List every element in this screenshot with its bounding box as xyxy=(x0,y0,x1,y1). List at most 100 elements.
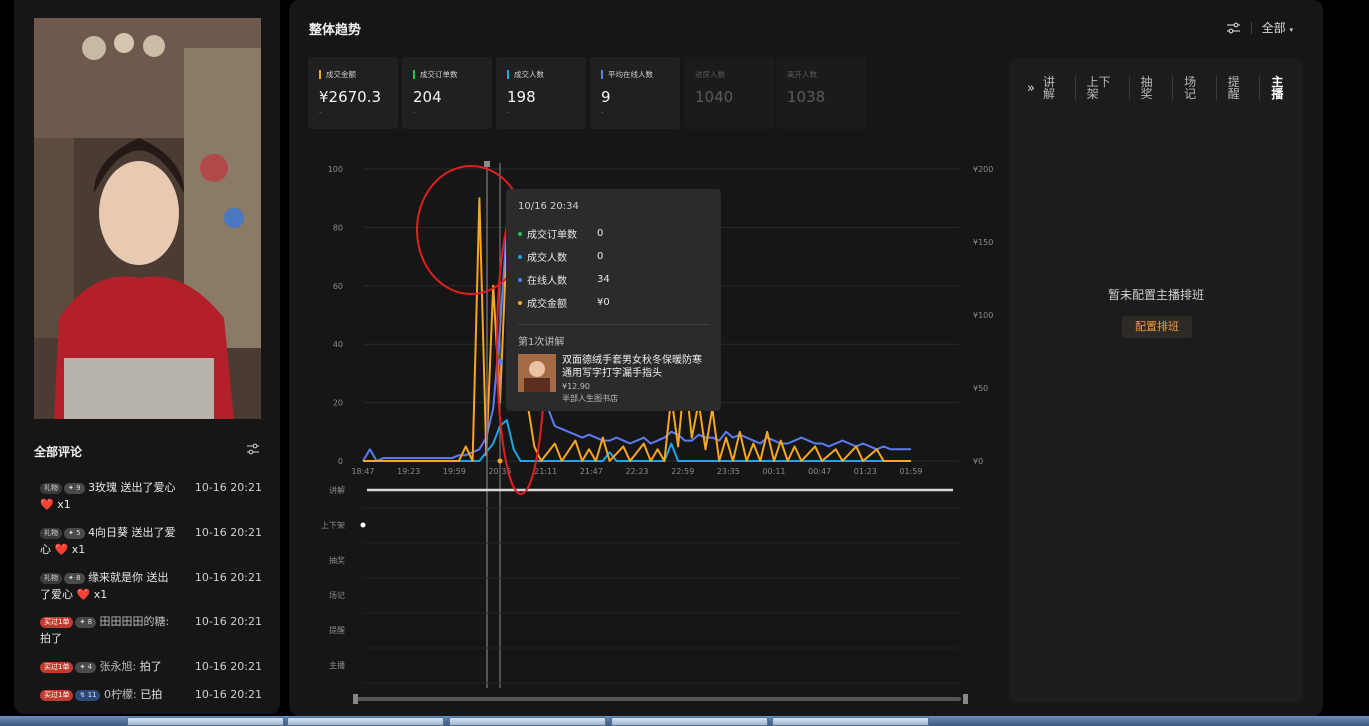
tooltip-row: 成交订单数 0 xyxy=(518,222,709,245)
right-panel: » 讲解 上下架 抽奖 场记 提醒 主播 暂未配置主播排班 配置排班 xyxy=(1009,58,1303,703)
comment-time: 10-16 20:21 xyxy=(194,615,262,628)
comment-item: 礼物 ✦ 5 4向日葵 送出了爱 心 ❤️ x1 10-16 20:21 xyxy=(40,526,262,556)
metric-card[interactable]: 成交订单数 204 - xyxy=(402,57,492,129)
y-right-tick-label: ¥100 xyxy=(973,311,993,320)
expand-icon[interactable]: » xyxy=(1027,81,1035,96)
comment-time: 10-16 20:21 xyxy=(194,481,262,494)
legend-dot xyxy=(518,300,522,305)
taskbar-item[interactable] xyxy=(772,717,929,726)
taskbar-item[interactable] xyxy=(449,717,606,726)
metric-card[interactable]: 平均在线人数 9 - xyxy=(590,57,680,129)
metric-color-marker xyxy=(319,70,321,79)
fan-level-badge: ✦ 8 xyxy=(64,573,85,584)
heart-icon: ❤️ xyxy=(76,588,91,601)
y-tick-label: 20 xyxy=(333,399,343,408)
comments-title: 全部评论 xyxy=(34,445,83,459)
metric-change: - xyxy=(601,109,604,117)
comment-item: 礼物 ✦ 8 缘来就是你 送出 了爱心 ❤️ x1 10-16 20:21 xyxy=(40,571,262,601)
shelf-event-marker xyxy=(360,522,366,528)
tab-item[interactable]: 上下架 xyxy=(1074,76,1129,100)
comment-time: 10-16 20:21 xyxy=(194,571,262,584)
comment-item: 买过1单 ✦ 4 张永旭: 拍了 10-16 20:21 xyxy=(40,658,270,675)
x-tick-label: 19:23 xyxy=(397,467,420,476)
os-taskbar xyxy=(0,716,1369,726)
x-tick-label: 19:59 xyxy=(443,467,466,476)
taskbar-item[interactable] xyxy=(127,717,284,726)
live-video-preview[interactable] xyxy=(34,18,261,419)
product-name: 双面德绒手套男女秋冬保暖防寒通用写字打字漏手指头 xyxy=(562,355,702,379)
tab-item[interactable]: 主播 xyxy=(1259,76,1303,100)
heart-icon: ❤️ xyxy=(40,498,54,511)
metric-card[interactable]: 离开人数 1038 xyxy=(776,57,866,129)
metric-label: 离开人数 xyxy=(787,70,817,79)
comment-item: 礼物 ✦ 9 3玫瑰 送出了爱心 ❤️ x1 10-16 20:21 xyxy=(40,481,262,511)
tooltip-row: 在线人数 34 xyxy=(518,268,709,291)
metric-card[interactable]: 成交人数 198 - xyxy=(496,57,586,129)
configure-schedule-button[interactable]: 配置排班 xyxy=(1122,316,1192,338)
comment-time: 10-16 20:21 xyxy=(194,688,262,701)
tab-item[interactable]: 提醒 xyxy=(1215,76,1260,100)
crosshair-handle xyxy=(484,161,490,167)
left-panel: 全部评论 礼物 ✦ 9 3玫瑰 送出了爱心 ❤️ x1 10-16 20:21 礼… xyxy=(14,0,280,714)
taskbar-item[interactable] xyxy=(611,717,768,726)
tooltip-product: 双面德绒手套男女秋冬保暖防寒通用写字打字漏手指头 ¥12.90 半部人生图书店 xyxy=(518,354,709,404)
purchase-badge: 买过1单 xyxy=(40,662,74,673)
lane-label: 提醒 xyxy=(329,625,345,635)
top-right-controls: 全部 ▾ xyxy=(1226,19,1293,36)
metric-color-marker xyxy=(601,70,603,79)
comment-text: 4向日葵 送出了爱 xyxy=(88,526,176,539)
comment-item: 买过1单 ✦ 8 田田田田的糖: 拍了 10-16 20:21 xyxy=(40,615,262,645)
product-price: ¥12.90 xyxy=(562,382,590,391)
tab-item[interactable]: 场记 xyxy=(1172,76,1216,100)
tooltip-section-title: 第1次讲解 xyxy=(518,337,565,348)
fan-level-badge: ✦ 8 xyxy=(75,617,97,628)
legend-dot xyxy=(518,231,522,236)
comment-text: 田田田田的糖: xyxy=(99,615,170,628)
comment-username: 张永旭: xyxy=(99,660,137,673)
caret-down-icon: ▾ xyxy=(1289,26,1293,34)
filter-settings-icon[interactable] xyxy=(246,443,260,455)
comment-item: 买过1单 ↯ 11 0柠檬: 已拍 10-16 20:21 xyxy=(40,686,270,703)
metric-card[interactable]: 成交金额 ¥2670.3 - xyxy=(308,57,398,129)
fan-level-badge: ✦ 9 xyxy=(64,483,85,494)
taskbar-item[interactable] xyxy=(287,717,444,726)
metric-value: ¥2670.3 xyxy=(319,88,382,106)
tab-item[interactable]: 抽奖 xyxy=(1128,76,1173,100)
product-shop: 半部人生图书店 xyxy=(562,394,618,403)
lane-label: 场记 xyxy=(329,591,345,600)
tooltip-date: 10/16 20:34 xyxy=(518,201,579,212)
x-tick-label: 01:59 xyxy=(899,467,922,476)
adjust-settings-icon[interactable] xyxy=(1226,22,1241,34)
x-tick-label: 22:23 xyxy=(625,467,648,476)
scope-dropdown[interactable]: 全部 ▾ xyxy=(1262,19,1293,36)
gift-badge: 礼物 xyxy=(40,528,62,539)
scrollbar-handle-left xyxy=(353,694,358,704)
fan-level-badge: ↯ 11 xyxy=(75,690,101,701)
product-thumbnail xyxy=(518,354,556,392)
comment-time: 10-16 20:21 xyxy=(194,526,262,539)
y-tick-label: 40 xyxy=(333,340,343,349)
metric-card[interactable]: 进房人数 1040 xyxy=(684,57,774,129)
metric-label: 平均在线人数 xyxy=(601,69,680,80)
metric-label: 成交金额 xyxy=(319,69,398,80)
y-right-tick-label: ¥0 xyxy=(973,457,983,466)
section-title: 整体趋势 xyxy=(309,23,362,38)
x-tick-label: 23:35 xyxy=(717,467,740,476)
fan-level-badge: ✦ 5 xyxy=(64,528,85,539)
metric-value: 1040 xyxy=(695,88,734,106)
tab-item[interactable]: 讲解 xyxy=(1035,76,1075,100)
purchase-badge: 买过1单 xyxy=(40,617,74,628)
fan-level-badge: ✦ 4 xyxy=(75,662,97,673)
x-tick-label: 18:47 xyxy=(351,467,374,476)
metric-color-marker xyxy=(413,70,415,79)
divider xyxy=(518,324,709,325)
comment-username: 0柠檬: xyxy=(103,688,137,701)
x-tick-label: 00:11 xyxy=(762,467,785,476)
live-video-image xyxy=(34,18,261,419)
timeline-scrollbar xyxy=(355,697,961,701)
purchase-badge: 买过1单 xyxy=(40,690,74,701)
legend-dot xyxy=(518,277,522,282)
comment-text: 已拍 xyxy=(136,688,163,701)
x-tick-label: 22:59 xyxy=(671,467,694,476)
x-tick-label: 01:23 xyxy=(854,467,877,476)
